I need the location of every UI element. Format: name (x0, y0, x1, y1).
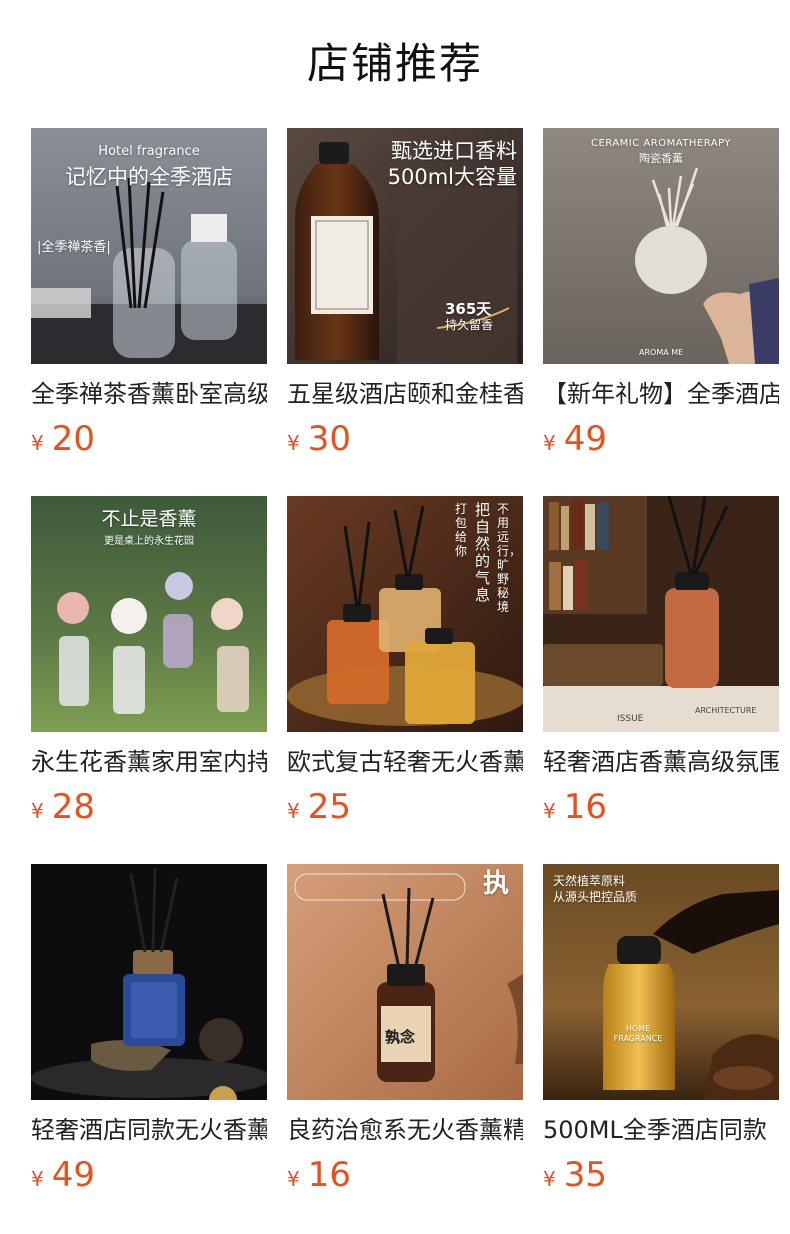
product-name[interactable]: 永生花香薰家用室内持 (31, 746, 267, 778)
currency-symbol: ¥ (543, 1167, 556, 1191)
product-price: ¥16 (287, 1155, 523, 1195)
price-value: 28 (51, 787, 95, 827)
product-card[interactable]: Hotel fragrance 记忆中的全季酒店 |全季禅茶香| 全季禅茶香薰卧… (31, 128, 267, 459)
currency-symbol: ¥ (543, 799, 556, 823)
image-caption: 天然植萃原料 (553, 874, 626, 888)
product-price: ¥49 (31, 1155, 267, 1195)
image-caption: 陶瓷香薰 (639, 152, 683, 165)
product-card[interactable]: CERAMIC AROMATHERAPY 陶瓷香薰 AROMA ME 【新年礼物… (543, 128, 779, 459)
product-image[interactable]: 不止是香薰 更是桌上的永生花园 (31, 496, 267, 732)
price-value: 20 (51, 419, 95, 459)
currency-symbol: ¥ (287, 799, 300, 823)
product-card[interactable]: 执 孰念 良药治愈系无火香薰精 ¥16 (287, 864, 523, 1195)
product-image[interactable]: CERAMIC AROMATHERAPY 陶瓷香薰 AROMA ME (543, 128, 779, 364)
price-value: 16 (563, 787, 607, 827)
image-badge: 365天 (445, 300, 492, 318)
product-image[interactable]: 天然植萃原料 从源头把控品质 HOME FRAGRANCE (543, 864, 779, 1100)
image-tag: |全季禅茶香| (37, 240, 111, 255)
image-calligraphy: 执 (483, 869, 510, 899)
product-price: ¥49 (543, 419, 779, 459)
image-caption-sub: 更是桌上的永生花园 (104, 536, 194, 547)
price-value: 49 (563, 419, 607, 459)
image-badge-sub: 持久留香 (445, 318, 494, 332)
image-caption: 不止是香薰 (101, 508, 197, 530)
image-caption: 记忆中的全季酒店 (65, 165, 233, 189)
image-caption: 甄选进口香料 (391, 139, 517, 163)
currency-symbol: ¥ (287, 431, 300, 455)
product-name[interactable]: 【新年礼物】全季酒店 (543, 378, 779, 410)
product-image[interactable]: 甄选进口香料 500ml大容量 365天 持久留香 (287, 128, 523, 364)
product-name[interactable]: 500ML全季酒店同款 (543, 1114, 779, 1146)
product-name[interactable]: 良药治愈系无火香薰精 (287, 1114, 523, 1146)
product-price: ¥25 (287, 787, 523, 827)
product-card[interactable]: ISSUE ARCHITECTURE 轻奢酒店香薰高级氛围 ¥16 (543, 496, 779, 827)
image-caption: 打包给你 (455, 502, 468, 558)
product-name[interactable]: 全季禅茶香薰卧室高级 (31, 378, 267, 410)
product-name[interactable]: 欧式复古轻奢无火香薰 (287, 746, 523, 778)
price-value: 49 (51, 1155, 95, 1195)
product-card[interactable]: 天然植萃原料 从源头把控品质 HOME FRAGRANCE 500ML全季酒店同… (543, 864, 779, 1195)
image-caption: 不用远行，旷野秘境 (497, 502, 522, 614)
product-card[interactable]: 轻奢酒店同款无火香薰 ¥49 (31, 864, 267, 1195)
bottle-label: HOME FRAGRANCE (613, 1024, 663, 1043)
product-card[interactable]: 不止是香薰 更是桌上的永生花园 永生花香薰家用室内持 ¥28 (31, 496, 267, 827)
product-price: ¥28 (31, 787, 267, 827)
image-caption: 把自然的气息 (475, 501, 491, 604)
product-name[interactable]: 轻奢酒店香薰高级氛围 (543, 746, 779, 778)
image-caption: 从源头把控品质 (553, 890, 638, 904)
product-name[interactable]: 五星级酒店颐和金桂香 (287, 378, 523, 410)
image-caption-en: Hotel fragrance (98, 144, 200, 159)
product-card[interactable]: 打包给你 把自然的气息 不用远行，旷野秘境 欧式复古轻奢无火香薰 ¥25 (287, 496, 523, 827)
currency-symbol: ¥ (31, 431, 44, 455)
product-name[interactable]: 轻奢酒店同款无火香薰 (31, 1114, 267, 1146)
price-value: 35 (563, 1155, 607, 1195)
product-image[interactable]: Hotel fragrance 记忆中的全季酒店 |全季禅茶香| (31, 128, 267, 364)
image-brand: AROMA ME (639, 348, 684, 357)
price-value: 25 (307, 787, 351, 827)
product-image[interactable] (31, 864, 267, 1100)
book-spine: ISSUE (617, 714, 644, 724)
product-price: ¥30 (287, 419, 523, 459)
currency-symbol: ¥ (31, 799, 44, 823)
label-calligraphy: 孰念 (385, 1028, 416, 1046)
currency-symbol: ¥ (543, 431, 556, 455)
product-price: ¥16 (543, 787, 779, 827)
product-card[interactable]: 甄选进口香料 500ml大容量 365天 持久留香 五星级酒店颐和金桂香 ¥30 (287, 128, 523, 459)
product-image[interactable]: ISSUE ARCHITECTURE (543, 496, 779, 732)
currency-symbol: ¥ (31, 1167, 44, 1191)
page-title: 店铺推荐 (306, 39, 483, 88)
product-price: ¥20 (31, 419, 267, 459)
book-spine: ARCHITECTURE (695, 706, 757, 715)
price-value: 16 (307, 1155, 351, 1195)
product-price: ¥35 (543, 1155, 779, 1195)
image-caption-en: CERAMIC AROMATHERAPY (590, 138, 732, 149)
price-value: 30 (307, 419, 351, 459)
product-image[interactable]: 打包给你 把自然的气息 不用远行，旷野秘境 (287, 496, 523, 732)
image-caption: 500ml大容量 (387, 165, 517, 189)
product-image[interactable]: 执 孰念 (287, 864, 523, 1100)
currency-symbol: ¥ (287, 1167, 300, 1191)
